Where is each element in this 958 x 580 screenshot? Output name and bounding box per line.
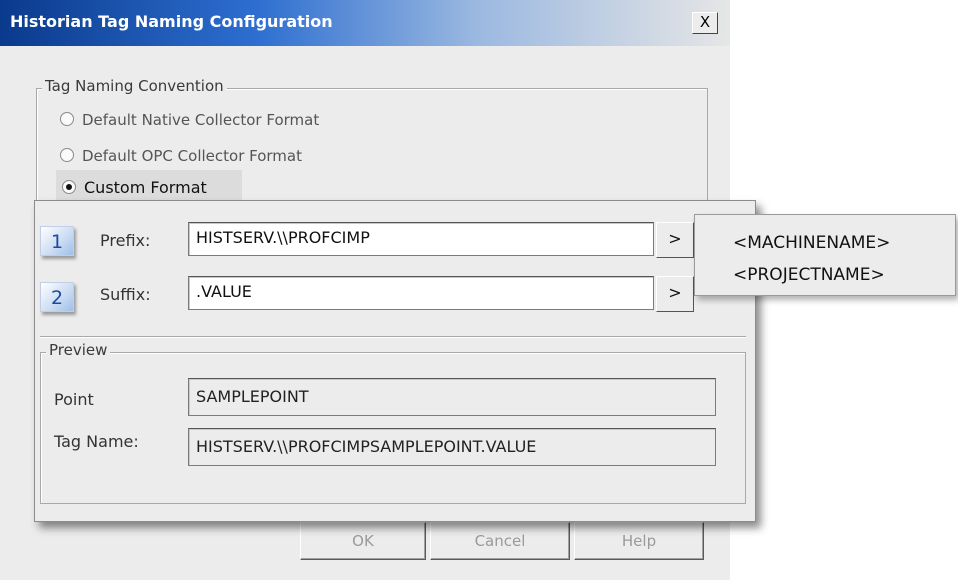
radio-label-opc: Default OPC Collector Format [82,147,302,165]
window-title: Historian Tag Naming Configuration [10,12,333,31]
suffix-label: Suffix: [100,285,151,304]
insert-token-menu: <MACHINENAME> <PROJECTNAME> [694,214,956,296]
menu-item-machinename[interactable]: <MACHINENAME> [733,233,890,253]
step-1-badge: 1 [40,226,74,256]
close-button[interactable]: X [692,12,718,34]
radio-custom-format[interactable]: Custom Format [62,178,207,197]
prefix-insert-button[interactable]: > [656,222,694,258]
radio-default-opc[interactable]: Default OPC Collector Format [60,147,302,165]
radio-button-selected-icon[interactable] [62,180,76,194]
suffix-input[interactable]: .VALUE [188,276,654,310]
step-2-badge: 2 [40,282,74,312]
preview-tagname-value: HISTSERV.\\PROFCIMPSAMPLEPOINT.VALUE [188,428,716,466]
suffix-insert-button[interactable]: > [656,276,694,312]
cancel-button[interactable]: Cancel [430,522,570,560]
prefix-input[interactable]: HISTSERV.\\PROFCIMP [188,222,654,256]
radio-default-native[interactable]: Default Native Collector Format [60,111,319,129]
preview-legend: Preview [46,341,111,359]
radio-label-custom: Custom Format [84,178,207,197]
custom-format-divider [40,336,746,338]
ok-button[interactable]: OK [300,522,426,560]
preview-point-label: Point [54,390,94,409]
help-button[interactable]: Help [574,522,704,560]
tag-naming-convention-legend: Tag Naming Convention [42,77,227,95]
menu-item-projectname[interactable]: <PROJECTNAME> [733,265,885,285]
prefix-label: Prefix: [100,231,151,250]
radio-label-native: Default Native Collector Format [82,111,320,129]
title-bar[interactable]: Historian Tag Naming Configuration X [0,0,730,46]
preview-tagname-label: Tag Name: [54,432,139,451]
radio-button-icon[interactable] [60,112,74,126]
radio-button-icon[interactable] [60,148,74,162]
preview-point-value: SAMPLEPOINT [188,378,716,416]
